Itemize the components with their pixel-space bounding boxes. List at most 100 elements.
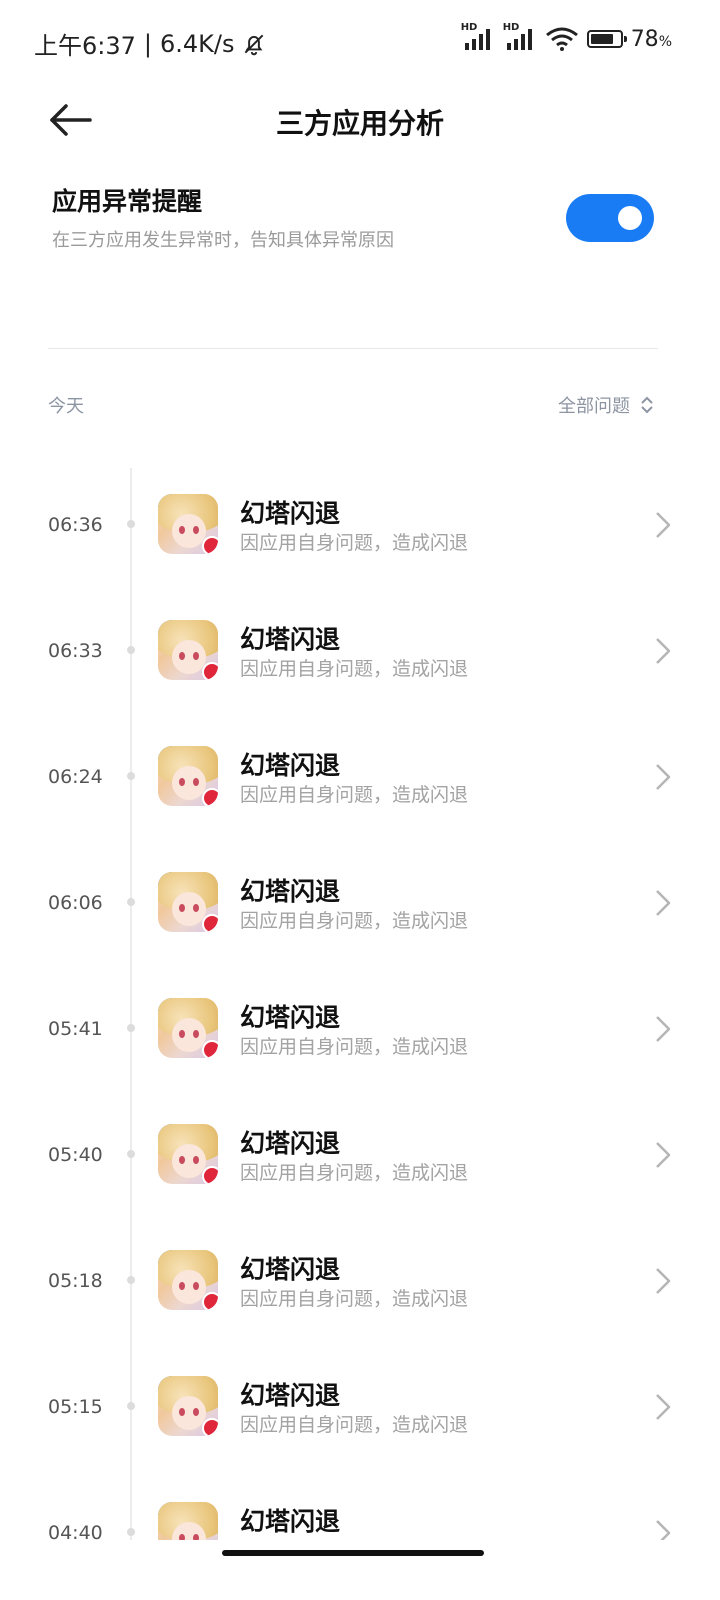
event-row: 05:41 幻塔闪退 因应用自身问题，造成闪退 <box>0 998 720 1124</box>
event-title: 幻塔闪退 <box>240 877 341 906</box>
hd-label: HD <box>502 22 520 33</box>
app-icon <box>158 746 218 806</box>
today-label: 今天 <box>48 396 84 417</box>
hd-label: HD <box>460 22 478 33</box>
status-bar: 上午6:37 | 6.4K/s HD HD 78% <box>0 0 720 84</box>
heart-badge-icon <box>202 914 218 932</box>
divider <box>48 348 658 349</box>
event-time: 05:18 <box>48 1270 103 1292</box>
timeline-dot <box>127 1150 135 1158</box>
heart-badge-icon <box>202 1166 218 1184</box>
event-row: 06:06 幻塔闪退 因应用自身问题，造成闪退 <box>0 872 720 998</box>
toggle-knob <box>618 206 642 230</box>
chevron-right-icon <box>656 638 671 664</box>
chevron-right-icon <box>656 1142 671 1168</box>
app-icon <box>158 1124 218 1184</box>
timeline-dot <box>127 1276 135 1284</box>
chevron-right-icon <box>656 890 671 916</box>
event-subtitle: 因应用自身问题，造成闪退 <box>240 532 469 554</box>
app-icon <box>158 998 218 1058</box>
bell-off-icon <box>244 34 263 55</box>
wifi-icon <box>545 27 578 51</box>
event-time: 05:40 <box>48 1144 103 1166</box>
event-title: 幻塔闪退 <box>240 499 341 528</box>
event-card[interactable]: 幻塔闪退 因应用自身问题，造成闪退 <box>158 1124 672 1194</box>
bottom-area <box>0 1540 720 1600</box>
chevron-right-icon <box>656 1016 671 1042</box>
chevron-right-icon <box>656 512 671 538</box>
event-row: 06:24 幻塔闪退 因应用自身问题，造成闪退 <box>0 746 720 872</box>
event-title: 幻塔闪退 <box>240 625 341 654</box>
app-icon <box>158 620 218 680</box>
heart-badge-icon <box>202 1040 218 1058</box>
event-row: 06:33 幻塔闪退 因应用自身问题，造成闪退 <box>0 620 720 746</box>
event-time: 05:41 <box>48 1018 103 1040</box>
chevron-right-icon <box>656 1268 671 1294</box>
event-title: 幻塔闪退 <box>240 1003 341 1032</box>
timeline-dot <box>127 772 135 780</box>
timeline-dot <box>127 898 135 906</box>
event-card[interactable]: 幻塔闪退 因应用自身问题，造成闪退 <box>158 1376 672 1446</box>
event-subtitle: 因应用自身问题，造成闪退 <box>240 1414 469 1436</box>
filter-select-label: 全部问题 <box>558 396 630 417</box>
heart-badge-icon <box>202 1292 218 1310</box>
timeline-dot <box>127 1528 135 1536</box>
filter-row: 今天 全部问题 <box>48 392 654 422</box>
event-card[interactable]: 幻塔闪退 因应用自身问题，造成闪退 <box>158 746 672 816</box>
setting-title: 应用异常提醒 <box>52 187 203 216</box>
timeline-dot <box>127 646 135 654</box>
heart-badge-icon <box>202 536 218 554</box>
status-left: 上午6:37 | 6.4K/s <box>34 26 267 61</box>
clock: 上午6:37 <box>34 32 136 60</box>
event-card[interactable]: 幻塔闪退 因应用自身问题，造成闪退 <box>158 872 672 942</box>
chevron-right-icon <box>656 1394 671 1420</box>
event-row: 05:15 幻塔闪退 因应用自身问题，造成闪退 <box>0 1376 720 1502</box>
event-time: 06:24 <box>48 766 103 788</box>
event-title: 幻塔闪退 <box>240 1255 341 1284</box>
issue-filter-select[interactable]: 全部问题 <box>558 392 654 418</box>
event-title: 幻塔闪退 <box>240 1129 341 1158</box>
header: 三方应用分析 <box>0 84 720 158</box>
setting-description: 在三方应用发生异常时，告知具体异常原因 <box>52 230 394 251</box>
event-title: 幻塔闪退 <box>240 1381 341 1410</box>
event-time: 06:06 <box>48 892 103 914</box>
status-right: HD HD 78% <box>461 22 672 52</box>
event-time: 06:36 <box>48 514 103 536</box>
event-time: 06:33 <box>48 640 103 662</box>
event-time: 05:15 <box>48 1396 103 1418</box>
event-row: 05:40 幻塔闪退 因应用自身问题，造成闪退 <box>0 1124 720 1250</box>
event-title: 幻塔闪退 <box>240 751 341 780</box>
event-title: 幻塔闪退 <box>240 1507 341 1536</box>
event-subtitle: 因应用自身问题，造成闪退 <box>240 1036 469 1058</box>
page-title: 三方应用分析 <box>275 107 444 140</box>
up-down-chevron-icon <box>641 396 653 414</box>
status-separator: | <box>143 29 152 58</box>
chevron-right-icon <box>656 764 671 790</box>
app-icon <box>158 494 218 554</box>
timeline-dot <box>127 1402 135 1410</box>
event-subtitle: 因应用自身问题，造成闪退 <box>240 658 469 680</box>
battery-percent: 78% <box>630 26 672 52</box>
heart-badge-icon <box>202 662 218 680</box>
home-indicator[interactable] <box>222 1550 484 1556</box>
event-subtitle: 因应用自身问题，造成闪退 <box>240 1288 469 1310</box>
event-row: 05:18 幻塔闪退 因应用自身问题，造成闪退 <box>0 1250 720 1376</box>
app-icon <box>158 872 218 932</box>
heart-badge-icon <box>202 788 218 806</box>
anomaly-alert-setting: 应用异常提醒 在三方应用发生异常时，告知具体异常原因 <box>52 182 654 262</box>
event-card[interactable]: 幻塔闪退 因应用自身问题，造成闪退 <box>158 620 672 690</box>
timeline-dot <box>127 1024 135 1032</box>
battery-icon <box>586 30 627 48</box>
event-subtitle: 因应用自身问题，造成闪退 <box>240 910 469 932</box>
event-subtitle: 因应用自身问题，造成闪退 <box>240 1162 469 1184</box>
battery-fill <box>590 34 613 44</box>
signal-2-icon: HD <box>503 22 537 52</box>
event-card[interactable]: 幻塔闪退 因应用自身问题，造成闪退 <box>158 494 672 564</box>
app-icon <box>158 1376 218 1436</box>
anomaly-alert-toggle[interactable] <box>566 194 654 242</box>
heart-badge-icon <box>202 1418 218 1436</box>
signal-1-icon: HD <box>461 22 495 52</box>
event-card[interactable]: 幻塔闪退 因应用自身问题，造成闪退 <box>158 1250 672 1320</box>
event-card[interactable]: 幻塔闪退 因应用自身问题，造成闪退 <box>158 998 672 1068</box>
network-speed: 6.4K/s <box>160 29 235 58</box>
